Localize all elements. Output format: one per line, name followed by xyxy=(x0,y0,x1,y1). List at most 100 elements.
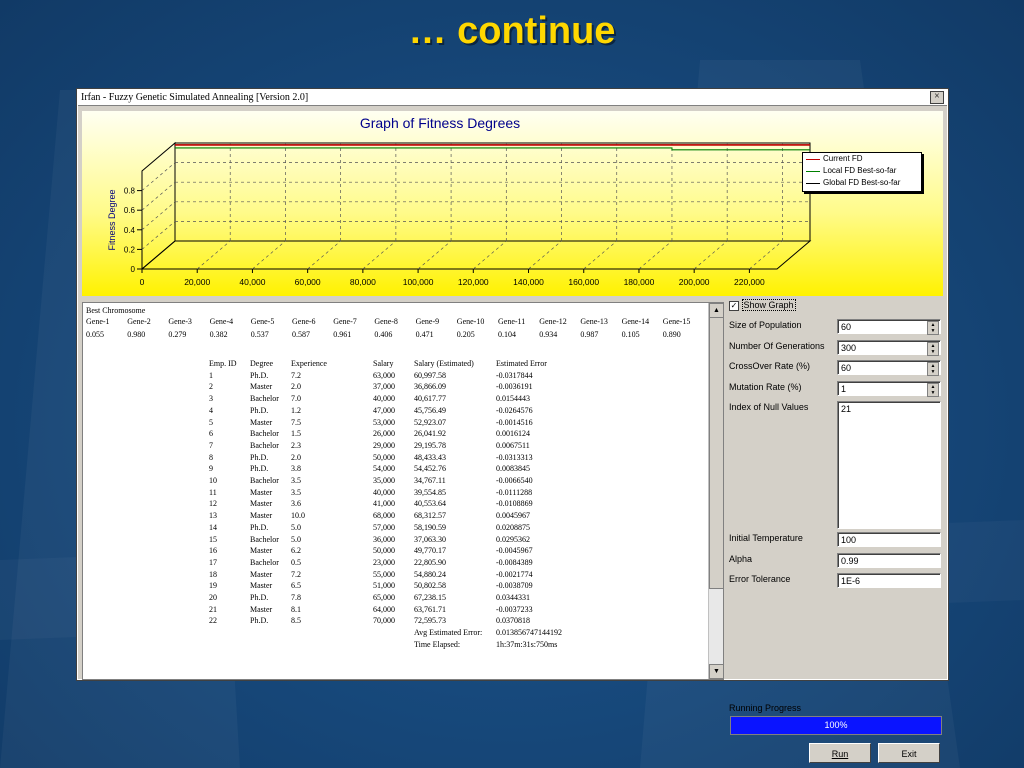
table-cell: Master xyxy=(250,511,273,521)
table-cell: Master xyxy=(250,499,273,509)
x-tick-label: 0 xyxy=(140,277,145,287)
table-cell: 54,880.24 xyxy=(414,569,446,579)
table-cell: 8.5 xyxy=(291,616,301,626)
table-cell: 7.8 xyxy=(291,593,301,602)
table-row: 12 Master 3.6 41,000 40,553.64 -0.0108869 xyxy=(83,499,683,510)
x-gridline-floor xyxy=(638,240,673,270)
scroll-down-icon[interactable]: ▼ xyxy=(709,664,723,679)
table-row: 10 Bachelor 3.5 35,000 34,767.11 -0.0066540 xyxy=(83,476,683,487)
table-cell: 3 xyxy=(209,394,213,404)
scroll-up-icon[interactable]: ▲ xyxy=(709,303,723,318)
legend-label: Local FD Best-so-far xyxy=(823,166,897,175)
table-cell: 58,190.59 xyxy=(414,522,446,532)
table-cell: 23,000 xyxy=(373,557,395,567)
table-cell: Ph.D. xyxy=(250,405,269,415)
table-cell: -0.0264576 xyxy=(496,405,533,415)
table-cell: 7.2 xyxy=(291,370,301,380)
x-gridline-floor xyxy=(307,240,341,270)
results-panel: Best Chromosome Gene-1 Gene-2 Gene-3 Gene-4… xyxy=(82,302,724,680)
x-tick-label: 80,000 xyxy=(350,277,376,287)
tolerance-label: Error Tolerance xyxy=(729,574,791,584)
table-cell: 6.2 xyxy=(291,546,301,556)
table-cell: 18 xyxy=(209,569,217,579)
table-cell: 3.8 xyxy=(291,464,301,474)
table-row: 9 Ph.D. 3.8 54,000 54,452.76 0.0083845 xyxy=(83,464,683,475)
table-cell: 51,000 xyxy=(373,581,395,591)
table-cell: Ph.D. xyxy=(250,522,269,532)
run-button[interactable]: Run xyxy=(809,743,871,763)
x-tick-label: 160,000 xyxy=(568,277,599,287)
table-cell: 68,312.57 xyxy=(414,511,446,521)
population-input[interactable]: 60 ▲ ▼ xyxy=(837,319,941,335)
chart-title: Graph of Fitness Degrees xyxy=(360,115,520,131)
crossover-input[interactable]: 60 ▲ ▼ xyxy=(837,360,941,376)
table-cell: 19 xyxy=(209,581,217,591)
table-cell: 0.0154443 xyxy=(496,394,530,404)
table-cell: 1 xyxy=(209,370,213,380)
close-button[interactable]: × xyxy=(930,91,944,104)
table-cell: 4 xyxy=(209,405,213,415)
tolerance-input[interactable]: 1E-6 xyxy=(837,573,941,588)
show-graph-checkbox[interactable]: ✓ Show Graph xyxy=(729,299,796,311)
y-axis-label: Fitness Degree xyxy=(107,189,117,250)
table-cell: 40,617.77 xyxy=(414,394,446,404)
table-cell: 15 xyxy=(209,534,217,544)
table-cell: 10 xyxy=(209,476,217,485)
table-cell: 26,000 xyxy=(373,429,395,439)
table-cell: 29,000 xyxy=(373,440,395,450)
table-cell: Master xyxy=(250,546,273,556)
results-scrollbar[interactable]: ▲ ▼ xyxy=(708,303,723,679)
table-row: 15 Bachelor 5.0 36,000 37,063.30 0.0295362 xyxy=(83,535,683,546)
table-cell: 36,866.09 xyxy=(414,382,446,392)
tolerance-value: 1E-6 xyxy=(841,576,861,586)
table-cell: 0.0370818 xyxy=(496,616,530,626)
legend-label: Current FD xyxy=(823,154,863,163)
temperature-input[interactable]: 100 xyxy=(837,532,941,547)
x-gridline-floor xyxy=(693,240,728,270)
table-cell: 10.0 xyxy=(291,511,305,521)
table-cell: 40,553.64 xyxy=(414,499,446,509)
table-cell: -0.0036191 xyxy=(496,382,533,392)
x-gridline-floor xyxy=(362,240,397,270)
mutation-spin-icon[interactable]: ▲ ▼ xyxy=(927,383,939,397)
table-row: 22 Ph.D. 8.5 70,000 72,595.73 0.0370818 xyxy=(83,616,683,627)
generations-spin-icon[interactable]: ▲ ▼ xyxy=(927,342,939,356)
y-tick-label: 0 xyxy=(131,265,136,274)
null-values-textarea[interactable]: 21 xyxy=(837,401,941,529)
table-cell: 9 xyxy=(209,464,213,474)
table-cell: 5.0 xyxy=(291,522,301,532)
generations-input[interactable]: 300 ▲ ▼ xyxy=(837,340,941,356)
table-cell: 1h:37m:31s:750ms xyxy=(496,639,558,649)
alpha-input[interactable]: 0.99 xyxy=(837,553,941,568)
crossover-spin-icon[interactable]: ▲ ▼ xyxy=(927,362,939,376)
time-elapsed-row: Time Elapsed: 1h:37m:31s:750ms xyxy=(83,640,683,651)
table-cell: 34,767.11 xyxy=(414,476,446,485)
table-cell: 3.5 xyxy=(291,476,301,485)
table-cell: Ph.D. xyxy=(250,616,269,626)
null-values-value: 21 xyxy=(841,404,852,414)
table-cell: Master xyxy=(250,569,273,579)
table-cell: 70,000 xyxy=(373,616,395,626)
table-cell: Master xyxy=(250,581,273,591)
x-tick-label: 40,000 xyxy=(239,277,265,287)
table-cell: 7.5 xyxy=(291,417,301,427)
table-cell: Salary (Estimated) xyxy=(414,359,474,368)
x-gridline-floor xyxy=(417,240,452,270)
table-row: 2 Master 2.0 37,000 36,866.09 -0.0036191 xyxy=(83,382,683,393)
table-cell: 40,000 xyxy=(373,394,395,404)
table-cell: 7.2 xyxy=(291,569,301,579)
run-label: Run xyxy=(831,749,849,759)
table-cell: -0.0037233 xyxy=(496,604,533,614)
table-cell: 0.0067511 xyxy=(496,440,530,450)
table-cell: 20 xyxy=(209,593,217,602)
table-cell: Bachelor xyxy=(250,557,279,567)
exit-button[interactable]: Exit xyxy=(878,743,940,763)
population-label: Size of Population xyxy=(729,320,802,330)
legend-item: Current FD xyxy=(803,153,921,165)
table-row: 19 Master 6.5 51,000 50,802.58 -0.0038709 xyxy=(83,581,683,592)
population-spin-icon[interactable]: ▲ ▼ xyxy=(927,321,939,335)
table-cell: -0.0111288 xyxy=(496,487,533,497)
table-cell: 22 xyxy=(209,616,217,626)
mutation-input[interactable]: 1 ▲ ▼ xyxy=(837,381,941,397)
scroll-thumb[interactable] xyxy=(709,317,723,589)
